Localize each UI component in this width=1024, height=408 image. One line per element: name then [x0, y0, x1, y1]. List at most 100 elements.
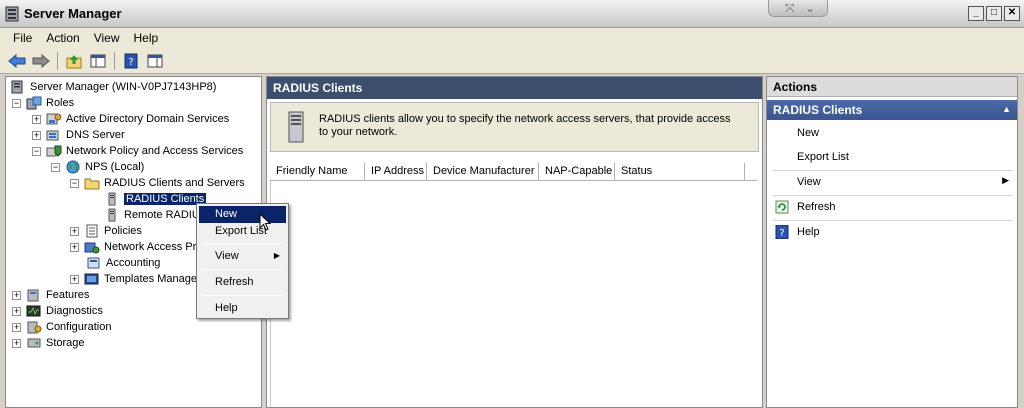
- tree-label: Storage: [46, 337, 85, 349]
- context-menu: New Export List View ▶ Refresh Help: [196, 203, 289, 319]
- up-level-button[interactable]: [63, 51, 85, 71]
- context-menu-refresh[interactable]: Refresh: [199, 274, 286, 291]
- actions-section-header[interactable]: RADIUS Clients ▲: [767, 100, 1017, 120]
- maximize-button[interactable]: □: [986, 6, 1002, 21]
- minimize-button[interactable]: _: [968, 6, 984, 21]
- dns-server-icon: [46, 130, 59, 141]
- action-new[interactable]: New: [767, 123, 1017, 143]
- configuration-icon: [27, 321, 42, 334]
- help-book-icon: ?: [124, 53, 138, 68]
- description-text: RADIUS clients allow you to specify the …: [319, 113, 731, 138]
- chevron-down-icon[interactable]: ⌄: [805, 1, 815, 15]
- submenu-arrow-icon: ▶: [1002, 175, 1009, 185]
- collapse-toggle[interactable]: −: [12, 98, 21, 108]
- expand-toggle[interactable]: +: [32, 130, 41, 140]
- expand-toggle[interactable]: +: [70, 226, 79, 236]
- context-menu-view[interactable]: View ▶: [199, 248, 286, 265]
- folder-icon: [84, 178, 100, 190]
- features-icon: [27, 289, 39, 302]
- column-device-manufacturer[interactable]: Device Manufacturer: [427, 163, 539, 180]
- tree-item-remote-radius[interactable]: Remote RADIU: [104, 207, 200, 223]
- window-title: Server Manager: [24, 6, 122, 21]
- tree-item-npas[interactable]: − Network Policy and Access Services: [32, 143, 243, 159]
- actions-pane: Actions RADIUS Clients ▲ New Export List…: [766, 76, 1018, 408]
- diagnostics-icon: [26, 305, 41, 317]
- tree-item-diagnostics[interactable]: + Diagnostics: [12, 303, 103, 319]
- context-menu-help[interactable]: Help: [199, 300, 286, 317]
- tree-item-configuration[interactable]: + Configuration: [12, 319, 111, 335]
- tree-label: Network Access Pr: [104, 241, 197, 253]
- tree-item-templates[interactable]: + Templates Manage: [70, 271, 197, 287]
- back-button[interactable]: [6, 51, 28, 71]
- policies-icon: [86, 224, 98, 238]
- actions-separator: [773, 220, 1013, 221]
- tree-label: NPS (Local): [85, 161, 145, 173]
- tree-item-storage[interactable]: + Storage: [12, 335, 85, 351]
- expand-toggle[interactable]: +: [12, 322, 21, 332]
- tree-item-nps-local[interactable]: − NPS (Local): [51, 159, 144, 175]
- action-refresh[interactable]: Refresh: [767, 197, 1017, 217]
- column-friendly-name[interactable]: Friendly Name: [270, 163, 365, 180]
- help-button[interactable]: ?: [120, 51, 142, 71]
- show-hide-action-pane-button[interactable]: [144, 51, 166, 71]
- expand-toggle[interactable]: +: [70, 242, 79, 252]
- storage-icon: [27, 338, 41, 348]
- menu-action[interactable]: Action: [39, 31, 86, 45]
- title-bar: Server Manager ⤧ ⌄ _ □ ✕: [0, 0, 1024, 28]
- action-view[interactable]: View ▶: [767, 172, 1017, 192]
- tree-item-radius-clients-servers[interactable]: − RADIUS Clients and Servers: [70, 175, 245, 191]
- tree-item-policies[interactable]: + Policies: [70, 223, 142, 239]
- back-arrow-icon: [8, 53, 26, 68]
- tree-item-server-manager[interactable]: Server Manager (WIN-V0PJ7143HP8): [10, 79, 216, 95]
- menu-file[interactable]: File: [6, 31, 39, 45]
- tree-label: Network Policy and Access Services: [66, 145, 244, 157]
- results-pane: RADIUS Clients RADIUS clients allow you …: [266, 76, 763, 408]
- menu-help[interactable]: Help: [127, 31, 166, 45]
- toolbar: ?: [0, 48, 1024, 74]
- tree-item-roles[interactable]: − Roles: [12, 95, 74, 111]
- tree-item-dns[interactable]: + DNS Server: [32, 127, 125, 143]
- context-menu-export-list[interactable]: Export List: [199, 223, 286, 240]
- collapse-up-icon[interactable]: ▲: [1002, 104, 1011, 114]
- tree-item-accounting[interactable]: Accounting: [86, 255, 160, 271]
- column-headers: Friendly Name IP Address Device Manufact…: [270, 163, 757, 181]
- forward-arrow-icon: [32, 53, 50, 68]
- pin-icon[interactable]: ⤧: [785, 1, 795, 16]
- expand-toggle[interactable]: +: [70, 274, 79, 284]
- expand-toggle[interactable]: +: [12, 306, 21, 316]
- radius-client-icon: [108, 192, 116, 206]
- tree-label: Features: [46, 289, 90, 301]
- expand-toggle[interactable]: +: [12, 290, 21, 300]
- action-help[interactable]: ? Help: [767, 222, 1017, 242]
- action-export-list[interactable]: Export List: [767, 147, 1017, 167]
- column-nap-capable[interactable]: NAP-Capable: [539, 163, 615, 180]
- expand-toggle[interactable]: +: [32, 114, 41, 124]
- tree-item-ad-ds[interactable]: + Active Directory Domain Services: [32, 111, 229, 127]
- collapse-toggle[interactable]: −: [70, 178, 79, 188]
- forward-button[interactable]: [30, 51, 52, 71]
- show-hide-tree-button[interactable]: [87, 51, 109, 71]
- radius-clients-list[interactable]: [270, 181, 757, 407]
- action-label: New: [797, 127, 820, 139]
- tree-label: DNS Server: [66, 129, 125, 141]
- actions-separator: [773, 170, 1013, 171]
- tree-label: Active Directory Domain Services: [66, 113, 230, 125]
- menu-view[interactable]: View: [87, 31, 127, 45]
- expand-toggle[interactable]: +: [12, 338, 21, 348]
- column-ip-address[interactable]: IP Address: [365, 163, 427, 180]
- action-label: Help: [797, 226, 820, 238]
- remote-session-bar[interactable]: ⤧ ⌄: [768, 0, 828, 17]
- column-status[interactable]: Status: [615, 163, 745, 180]
- active-directory-icon: [46, 113, 62, 125]
- tree-item-nap[interactable]: + Network Access Pr: [70, 239, 196, 255]
- context-menu-new[interactable]: New: [199, 206, 286, 223]
- tree-item-radius-clients[interactable]: RADIUS Clients: [104, 191, 207, 207]
- results-header: RADIUS Clients: [267, 77, 762, 99]
- close-button[interactable]: ✕: [1004, 6, 1020, 21]
- tree-item-features[interactable]: + Features: [12, 287, 89, 303]
- collapse-toggle[interactable]: −: [32, 146, 41, 156]
- description-panel: RADIUS clients allow you to specify the …: [270, 102, 759, 152]
- tree-label: RADIUS Clients: [124, 193, 207, 205]
- action-label: Export List: [797, 151, 849, 163]
- collapse-toggle[interactable]: −: [51, 162, 60, 172]
